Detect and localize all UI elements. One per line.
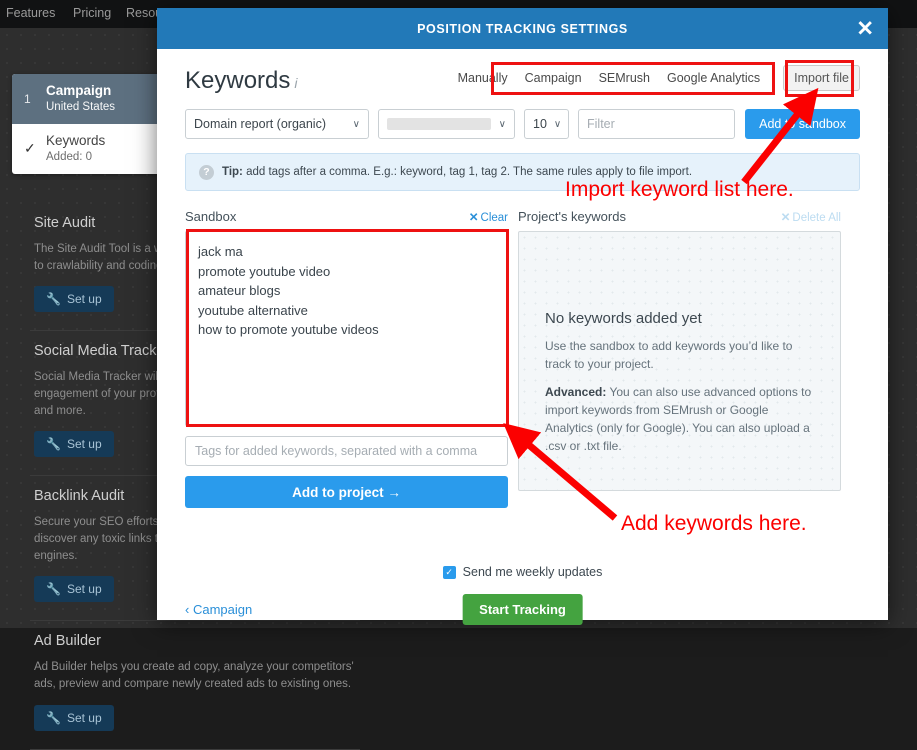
step-number: 1 [24, 91, 31, 106]
sandbox-textarea[interactable]: jack ma promote youtube video amateur bl… [185, 231, 508, 426]
tip-text: Tip: add tags after a comma. E.g.: keywo… [222, 166, 692, 178]
setup-button-label: Set up [66, 710, 102, 725]
setup-button-label: Set up [66, 582, 102, 597]
start-tracking-button[interactable]: Start Tracking [462, 594, 583, 625]
tab-google-analytics[interactable]: Google Analytics [667, 71, 760, 85]
tip-label: Tip: [222, 166, 243, 178]
empty-state-paragraph-1: Use the sandbox to add keywords you’d li… [545, 339, 793, 371]
delete-all-label: Delete All [792, 211, 841, 224]
wrench-icon: 🔧 [46, 710, 61, 725]
advanced-label: Advanced: [545, 385, 607, 399]
setup-button-label: Set up [66, 437, 102, 452]
setup-button[interactable]: 🔧 Set up [34, 431, 114, 458]
tags-input[interactable] [185, 436, 508, 466]
setup-button[interactable]: 🔧 Set up [34, 286, 114, 313]
wrench-icon: 🔧 [46, 437, 61, 452]
chevron-down-icon: ∨ [352, 118, 360, 130]
keywords-toolbar: Domain report (organic) ∨ ∨ 10 ∨ Add to … [185, 109, 860, 139]
weekly-updates-checkbox[interactable]: ✓ [442, 565, 456, 579]
close-icon: ✕ [780, 211, 791, 224]
sandbox-heading: Sandbox [185, 209, 237, 224]
domain-select-value [387, 118, 491, 130]
chevron-down-icon: ∨ [498, 118, 506, 130]
modal-header: POSITION TRACKING SETTINGS ✕ [157, 8, 888, 49]
keywords-columns: Sandbox ✕ Clear jack ma promote youtube v… [185, 209, 860, 508]
project-keywords-heading: Project's keywords [518, 209, 626, 224]
weekly-updates-row: ✓ Send me weekly updates [157, 565, 888, 579]
close-icon: ✕ [468, 211, 479, 224]
keyword-line: youtube alternative [198, 302, 308, 318]
weekly-updates-label: Send me weekly updates [462, 565, 603, 579]
check-icon: ✓ [24, 140, 36, 157]
tip-body: add tags after a comma. E.g.: keyword, t… [242, 166, 693, 178]
step-subtitle: Added: 0 [46, 150, 93, 163]
chevron-down-icon: ∨ [553, 118, 562, 130]
step-subtitle: United States [46, 100, 116, 113]
modal-title: POSITION TRACKING SETTINGS [417, 21, 628, 36]
project-keywords-empty-state: No keywords added yet Use the sandbox to… [518, 231, 841, 491]
tool-card-title: Ad Builder [34, 633, 101, 650]
tab-campaign[interactable]: Campaign [525, 71, 582, 85]
row-count-select[interactable]: 10 ∨ [524, 109, 569, 139]
tool-card-text: Ad Builder helps you create ad copy, ana… [34, 661, 354, 691]
keyword-line: how to promote youtube videos [198, 322, 379, 337]
setup-button-label: Set up [66, 292, 102, 307]
import-file-button[interactable]: Import file [783, 65, 860, 91]
keyword-line: jack ma [198, 244, 243, 259]
step-title: Keywords [46, 132, 106, 148]
wrench-icon: 🔧 [46, 582, 61, 597]
tab-manually[interactable]: Manually [458, 71, 508, 85]
project-keywords-column: Project's keywords ✕ Delete All No keywor… [518, 209, 841, 508]
chevron-left-icon: ‹ [185, 602, 190, 617]
page-title: Keywords i [185, 67, 298, 95]
report-type-value: Domain report (organic) [194, 117, 326, 131]
tip-banner: ? Tip: add tags after a comma. E.g.: key… [185, 153, 860, 191]
clear-label: Clear [480, 211, 508, 224]
keywords-header-row: Keywords i Manually Campaign SEMrush Goog… [185, 65, 860, 95]
close-icon[interactable]: ✕ [856, 18, 874, 39]
delete-all-button[interactable]: ✕ Delete All [781, 210, 841, 224]
setup-button[interactable]: 🔧 Set up [34, 576, 114, 603]
source-tabs: Manually Campaign SEMrush Google Analyti… [458, 65, 860, 95]
nav-item-pricing[interactable]: Pricing [73, 6, 111, 20]
question-mark-icon: ? [199, 164, 214, 180]
sandbox-header: Sandbox ✕ Clear [185, 209, 508, 224]
project-keywords-header: Project's keywords ✕ Delete All [518, 209, 841, 224]
page-title-text: Keywords [185, 67, 291, 94]
modal-footer: ‹ Campaign Start Tracking [185, 594, 860, 625]
row-count-value: 10 [533, 117, 547, 131]
clear-sandbox-button[interactable]: ✕ Clear [469, 210, 508, 224]
info-icon[interactable]: i [294, 75, 297, 91]
nav-item-features[interactable]: Features [6, 6, 55, 20]
wrench-icon: 🔧 [46, 292, 61, 307]
position-tracking-settings-modal: POSITION TRACKING SETTINGS ✕ Keywords i M… [157, 8, 888, 625]
modal-body: Keywords i Manually Campaign SEMrush Goog… [157, 49, 888, 625]
empty-state-title: No keywords added yet [545, 310, 702, 327]
empty-state-paragraph-2: Advanced: You can also use advanced opti… [545, 383, 814, 455]
setup-button[interactable]: 🔧 Set up [34, 704, 114, 731]
filter-input[interactable] [578, 109, 735, 139]
add-to-project-button[interactable]: Add to project → [185, 476, 508, 508]
step-title: Campaign [46, 83, 112, 98]
domain-select[interactable]: ∨ [378, 109, 515, 139]
back-to-campaign-label: Campaign [192, 602, 253, 617]
tab-semrush[interactable]: SEMrush [599, 71, 650, 85]
report-type-select[interactable]: Domain report (organic) ∨ [185, 109, 369, 139]
tool-card: Ad Builder Ad Builder helps you create a… [30, 621, 360, 750]
add-to-sandbox-button[interactable]: Add to sandbox [745, 109, 860, 139]
back-to-campaign-link[interactable]: ‹ Campaign [185, 602, 252, 617]
sandbox-column: Sandbox ✕ Clear jack ma promote youtube v… [185, 209, 508, 508]
keyword-line: promote youtube video [198, 263, 331, 279]
keyword-line: amateur blogs [198, 283, 281, 298]
